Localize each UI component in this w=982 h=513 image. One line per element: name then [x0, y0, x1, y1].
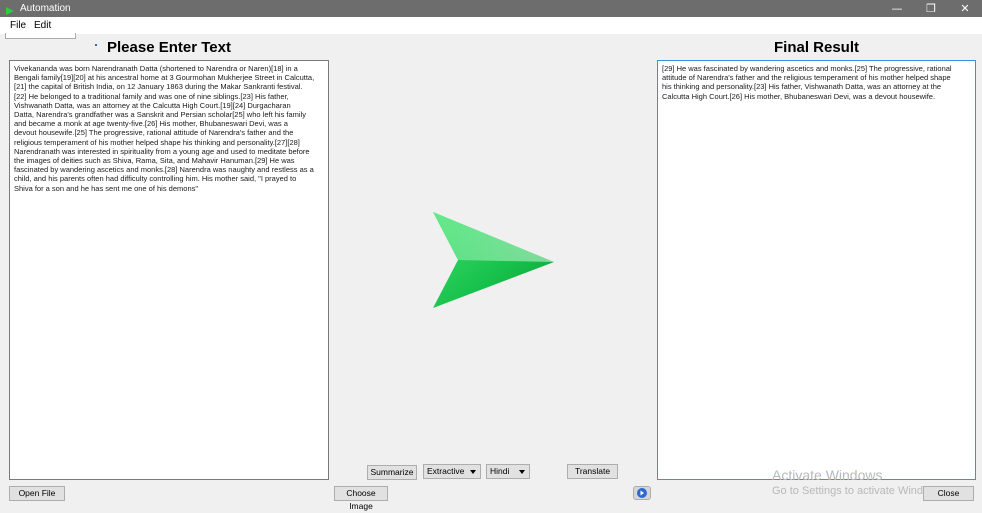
menu-item-edit[interactable]: Edit: [34, 19, 51, 32]
menu-item-file[interactable]: File: [10, 19, 26, 32]
window-title: Automation: [20, 3, 71, 14]
chevron-down-icon: [470, 470, 476, 474]
close-window-button[interactable]: ✕: [948, 0, 982, 17]
watermark-subtitle: Go to Settings to activate Windows.: [772, 485, 946, 497]
translate-button[interactable]: Translate: [567, 464, 618, 479]
chevron-down-icon: [519, 470, 525, 474]
title-bar: Automation — ❐ ✕: [0, 0, 982, 17]
close-button[interactable]: Close: [923, 486, 974, 501]
circle-play-button[interactable]: [633, 486, 651, 500]
restore-button[interactable]: ❐: [914, 0, 948, 17]
menu-bar: File Edit: [0, 17, 982, 34]
circle-play-icon: [637, 488, 647, 498]
choose-image-button[interactable]: Choose Image: [334, 486, 388, 511]
input-heading: Please Enter Text: [107, 39, 231, 56]
summarize-button[interactable]: Summarize: [367, 465, 417, 480]
method-select[interactable]: Extractive: [423, 464, 481, 479]
method-select-value: Extractive: [427, 466, 465, 476]
right-arrow-icon: [430, 210, 556, 310]
open-file-button[interactable]: Open File: [9, 486, 65, 501]
result-heading: Final Result: [774, 39, 860, 56]
menu-divider: [5, 33, 76, 39]
focus-dot: [95, 44, 97, 46]
result-textarea[interactable]: [29] He was fascinated by wandering asce…: [657, 60, 976, 480]
input-textarea[interactable]: Vivekananda was born Narendranath Datta …: [9, 60, 329, 480]
language-select[interactable]: Hindi: [486, 464, 530, 479]
watermark-title: Activate Windows: [772, 467, 883, 483]
language-select-value: Hindi: [490, 466, 510, 476]
minimize-button[interactable]: —: [880, 0, 914, 17]
